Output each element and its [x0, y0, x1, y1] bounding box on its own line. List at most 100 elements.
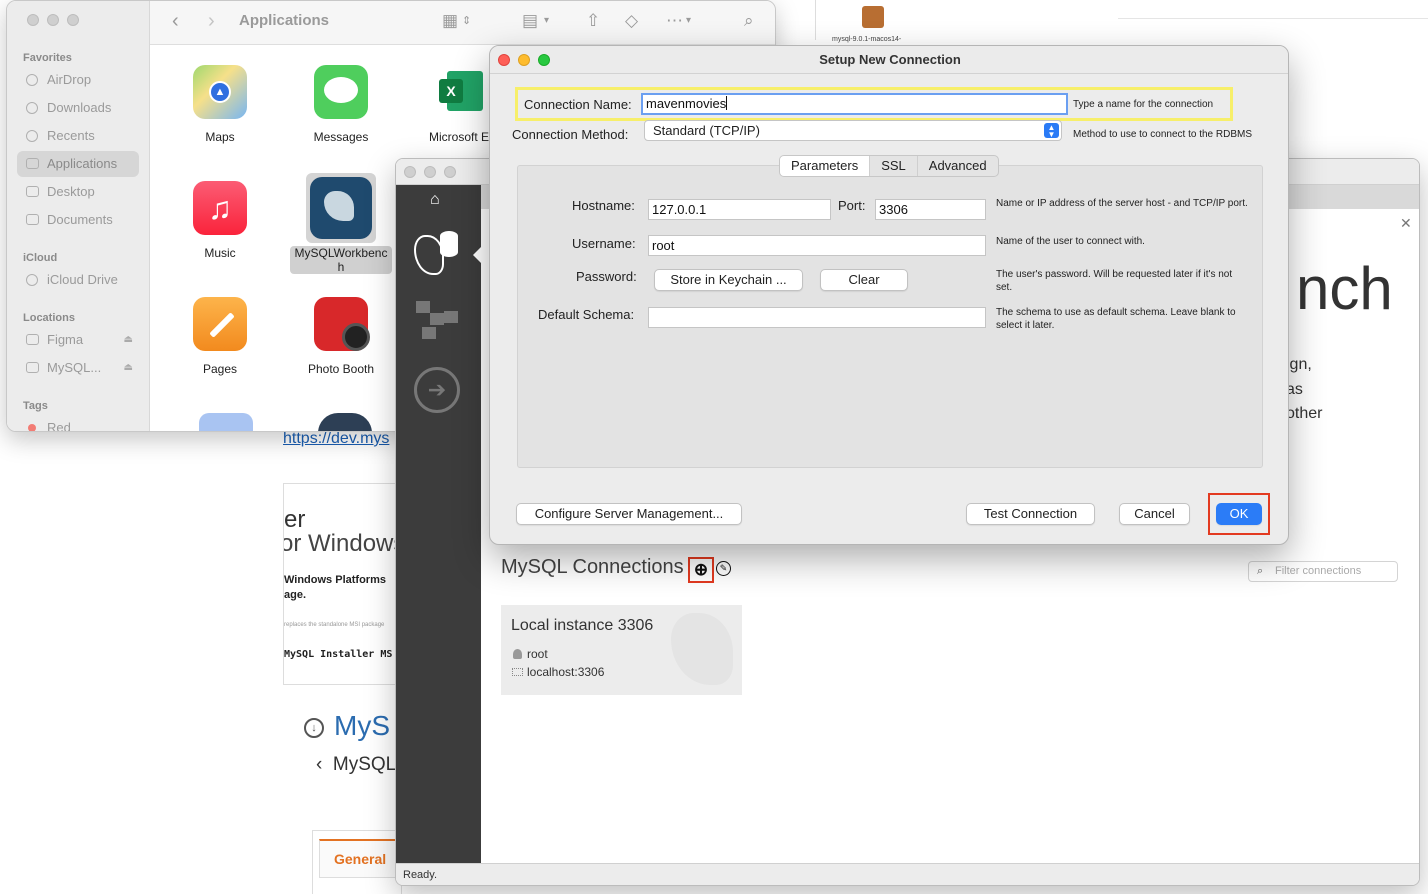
hostname-field[interactable]: 127.0.0.1 — [648, 199, 831, 220]
dolphin-watermark-icon — [671, 613, 733, 685]
close-window-button[interactable] — [404, 166, 416, 178]
home-icon[interactable]: ⌂ — [430, 191, 440, 209]
connection-method-select[interactable]: Standard (TCP/IP) ▲ ▼ — [644, 120, 1062, 141]
app-mysql-workbench[interactable]: MySQLWorkbench — [286, 173, 396, 274]
section-subheading[interactable]: ‹ MySQL — [316, 754, 396, 776]
zoom-window-button[interactable] — [538, 54, 550, 66]
sidebar-item-label: Downloads — [47, 100, 112, 115]
sidebar-item-downloads[interactable]: Downloads — [17, 95, 139, 121]
chevron-down-icon[interactable]: ▾ — [686, 15, 691, 26]
workbench-sidebar: ⌂ ➔ — [396, 185, 481, 863]
chevron-down-icon[interactable]: ▾ — [544, 15, 549, 26]
minimize-window-button[interactable] — [47, 14, 59, 26]
card-heading: or Windows — [283, 530, 403, 557]
eject-icon[interactable]: ⏏ — [124, 355, 133, 381]
sidebar-item-icloud-drive[interactable]: iCloud Drive — [17, 267, 139, 293]
dialog-tabs: Parameters SSL Advanced — [779, 155, 999, 177]
cancel-button[interactable]: Cancel — [1119, 503, 1190, 525]
connection-tile-title: Local instance 3306 — [511, 617, 654, 634]
connection-tile-local-instance[interactable]: Local instance 3306 root localhost:3306 — [501, 605, 742, 695]
zoom-window-button[interactable] — [67, 14, 79, 26]
eject-icon[interactable]: ⏏ — [124, 327, 133, 353]
tab-advanced[interactable]: Advanced — [918, 156, 998, 176]
download-card: er or Windows Windows Platforms age. rep… — [283, 483, 403, 685]
close-icon[interactable]: ✕ — [1400, 215, 1412, 232]
username-help: Name of the user to connect with. — [996, 236, 1145, 247]
app-label: Maps — [205, 130, 235, 144]
sidebar-item-label: Recents — [47, 128, 95, 143]
ok-button[interactable]: OK — [1216, 503, 1262, 525]
configure-server-management-button[interactable]: Configure Server Management... — [516, 503, 742, 525]
filter-placeholder: Filter connections — [1275, 565, 1362, 577]
app-icon-partial[interactable] — [318, 413, 372, 431]
grid-view-icon[interactable]: ▦ — [442, 11, 458, 31]
connection-tile-host: localhost:3306 — [527, 665, 605, 679]
app-music[interactable]: ♫ Music — [165, 181, 275, 261]
downloads-icon — [26, 102, 38, 114]
sidebar-item-desktop[interactable]: Desktop — [17, 179, 139, 205]
share-icon[interactable]: ⇧ — [586, 11, 600, 31]
setup-connection-dialog: Setup New Connection Connection Name: ma… — [489, 45, 1289, 545]
app-maps[interactable]: ▲ Maps — [165, 65, 275, 145]
connection-name-label: Connection Name: — [524, 97, 632, 112]
sidebar-item-figma[interactable]: Figma ⏏ — [17, 327, 139, 353]
manage-connections-wrench-icon[interactable]: ✎ — [716, 561, 731, 576]
default-schema-help: The schema to use as default schema. Lea… — [996, 307, 1236, 331]
default-schema-field[interactable] — [648, 307, 986, 328]
welcome-text: ign, — [1286, 356, 1312, 373]
sidebar-item-mysql[interactable]: MySQL... ⏏ — [17, 355, 139, 381]
card-text: Windows Platforms — [284, 574, 386, 586]
more-icon[interactable]: ⋯ — [666, 11, 683, 31]
tab-general[interactable]: General — [319, 839, 402, 878]
test-connection-button[interactable]: Test Connection — [966, 503, 1095, 525]
zoom-window-button[interactable] — [444, 166, 456, 178]
connection-method-value: Standard (TCP/IP) — [653, 123, 760, 138]
connection-name-field[interactable]: mavenmovies — [641, 93, 1068, 115]
package-icon[interactable] — [862, 6, 884, 28]
close-window-button[interactable] — [498, 54, 510, 66]
sidebar-item-applications[interactable]: Applications — [17, 151, 139, 177]
close-window-button[interactable] — [27, 14, 39, 26]
tag-icon[interactable]: ◇ — [625, 11, 638, 31]
models-icon[interactable] — [416, 301, 460, 341]
connections-icon[interactable] — [414, 231, 462, 279]
app-messages[interactable]: Messages — [286, 65, 396, 145]
forward-icon[interactable]: › — [208, 10, 215, 33]
app-photo-booth[interactable]: Photo Booth — [286, 297, 396, 377]
group-icon[interactable]: ▤ — [522, 11, 538, 31]
minimize-window-button[interactable] — [424, 166, 436, 178]
migration-arrow-icon[interactable]: ➔ — [414, 367, 460, 413]
package-label[interactable]: mysql-9.0.1-macos14- — [832, 36, 901, 43]
sidebar-header-locations: Locations — [23, 312, 75, 324]
download-link[interactable]: https://dev.mys — [283, 430, 389, 448]
pages-icon — [193, 297, 247, 351]
sidebar-item-tag-red[interactable]: Red — [17, 415, 139, 431]
add-connection-button[interactable]: ⊕ — [688, 557, 714, 583]
updown-chevron-icon[interactable]: ⇕ — [462, 14, 471, 27]
password-help: The user's password. Will be requested l… — [996, 269, 1233, 293]
sidebar-item-airdrop[interactable]: AirDrop — [17, 67, 139, 93]
card-note: replaces the standalone MSI package — [284, 622, 385, 628]
app-icon-partial[interactable] — [199, 413, 253, 431]
app-pages[interactable]: Pages — [165, 297, 275, 377]
app-label: Music — [204, 246, 236, 260]
username-field[interactable]: root — [648, 235, 986, 256]
tab-parameters[interactable]: Parameters — [780, 156, 871, 176]
password-label: Password: — [576, 269, 637, 284]
port-label: Port: — [838, 198, 866, 213]
clock-icon — [26, 130, 38, 142]
port-field[interactable]: 3306 — [875, 199, 986, 220]
tab-ssl[interactable]: SSL — [870, 156, 918, 176]
document-icon — [26, 214, 39, 225]
sidebar-item-recents[interactable]: Recents — [17, 123, 139, 149]
connection-name-value: mavenmovies — [646, 96, 727, 111]
back-icon[interactable]: ‹ — [172, 10, 179, 33]
sidebar-item-documents[interactable]: Documents — [17, 207, 139, 233]
minimize-window-button[interactable] — [518, 54, 530, 66]
store-in-keychain-button[interactable]: Store in Keychain ... — [654, 269, 803, 291]
clear-password-button[interactable]: Clear — [820, 269, 908, 291]
search-icon[interactable]: ⌕ — [744, 11, 754, 31]
network-icon — [512, 668, 523, 676]
filter-connections-input[interactable]: ⌕ Filter connections — [1248, 561, 1398, 582]
red-tag-icon — [28, 424, 36, 431]
